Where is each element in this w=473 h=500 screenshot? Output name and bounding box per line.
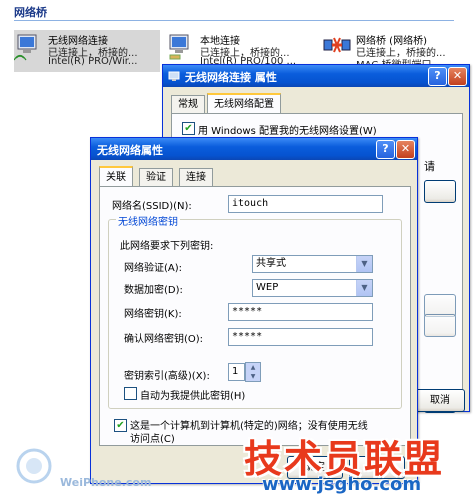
connection-wireless[interactable]: 无线网络连接 已连接上，桥接的... Intel(R) PRO/Wir... [14,30,160,72]
help-button[interactable]: ? [428,67,447,86]
wireless-network-icon [14,34,37,61]
encrypt-select[interactable]: WEP ▼ [252,279,373,297]
use-windows-label: 用 Windows 配置我的无线网络设置(W) [198,126,377,137]
watermark-logo-icon [14,446,54,492]
confirm-key-label: 确认网络密钥(O): [124,334,204,345]
ssid-input[interactable]: itouch [228,195,383,213]
dialog-title: 无线网络连接 属性 [185,71,277,84]
auth-label: 网络验证(A): [124,263,183,274]
chevron-down-icon[interactable]: ▼ [246,372,260,381]
tab-connection[interactable]: 连接 [179,168,213,186]
chevron-down-icon[interactable]: ▼ [356,256,372,272]
partial-button-disabled [424,314,456,337]
auth-value: 共享式 [256,258,286,269]
key-index-label: 密钥索引(高级)(X): [124,371,210,382]
network-icon [168,70,180,82]
confirm-key-input[interactable]: ***** [228,328,373,346]
adhoc-label-line2: 访问点(C) [130,434,175,445]
key-index-stepper[interactable]: ▲ ▼ [245,362,261,382]
dialog-title: 无线网络属性 [97,144,163,157]
close-button[interactable]: ✕ [448,67,467,86]
cancel-button[interactable]: 取消 [415,389,465,412]
tab-bar: 关联 验证 连接 [99,166,409,188]
auth-select[interactable]: 共享式 ▼ [252,255,373,273]
partial-text: 请 [424,160,435,173]
watermark-corner-text: WeiPhone.com [60,476,152,489]
group-title: 无线网络密钥 [116,213,180,228]
encrypt-label: 数据加密(D): [124,285,183,296]
close-button[interactable]: ✕ [396,140,415,159]
tab-bar: 常规 无线网络配置 [171,93,461,115]
adhoc-checkbox[interactable]: ✔ [114,419,127,432]
section-divider [14,20,454,21]
chevron-down-icon[interactable]: ▼ [356,280,372,296]
network-bridge-icon [323,37,351,53]
lan-network-icon [169,34,189,60]
tab-wireless-config[interactable]: 无线网络配置 [207,93,281,114]
tab-general[interactable]: 常规 [171,95,205,113]
tab-panel: 网络名(SSID)(N): itouch 无线网络密钥 此网络要求下列密钥: 网… [99,186,411,446]
watermark-site-url: www.jsgho.com [262,474,422,495]
use-windows-checkbox[interactable]: ✔ [182,122,195,135]
key-index-input[interactable]: 1 [228,363,245,381]
key-label: 网络密钥(K): [124,309,182,320]
encrypt-value: WEP [256,282,279,293]
connection-device: Intel(R) PRO/Wir... [48,56,138,67]
requires-text: 此网络要求下列密钥: [120,241,214,252]
ssid-label: 网络名(SSID)(N): [112,201,192,212]
titlebar: 无线网络连接 属性 ? ✕ [163,65,469,87]
chevron-up-icon[interactable]: ▲ [246,363,260,372]
section-title: 网络桥 [14,6,47,19]
tab-authentication[interactable]: 验证 [139,168,173,186]
help-button[interactable]: ? [376,140,395,159]
network-key-input[interactable]: ***** [228,303,373,321]
auto-key-label: 自动为我提供此密钥(H) [140,391,246,402]
partial-button[interactable] [424,180,456,203]
titlebar: 无线网络属性 ? ✕ [91,138,417,160]
tab-association[interactable]: 关联 [99,166,133,187]
auto-key-checkbox[interactable] [124,387,137,400]
